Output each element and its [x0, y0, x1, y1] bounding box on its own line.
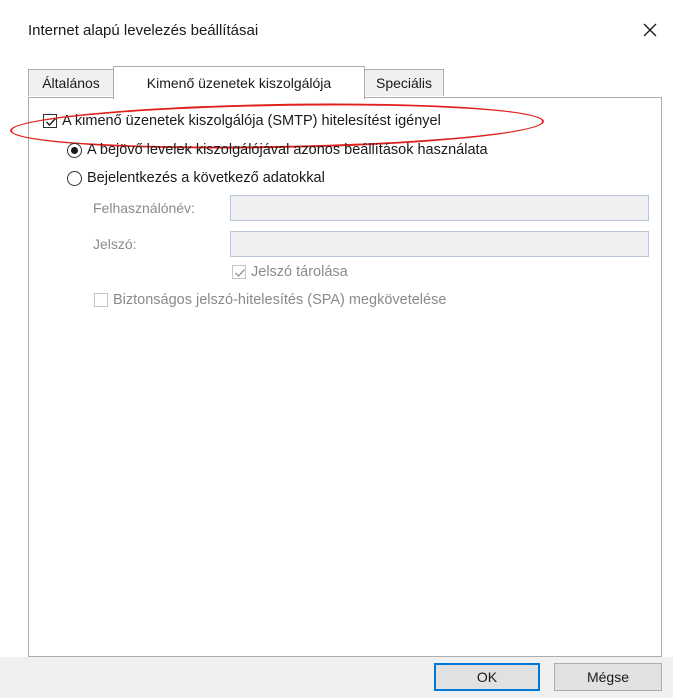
require-auth-label: A kimenő üzenetek kiszolgálója (SMTP) hi… — [62, 113, 441, 129]
checkmark-icon — [46, 118, 57, 127]
remember-password-label: Jelszó tárolása — [251, 264, 348, 280]
tab-advanced[interactable]: Speciális — [364, 69, 444, 96]
password-input[interactable] — [230, 231, 649, 257]
remember-password-checkbox[interactable]: Jelszó tárolása — [232, 264, 348, 280]
tab-outgoing-server[interactable]: Kimenő üzenetek kiszolgálója — [113, 66, 365, 99]
use-same-settings-label: A bejövő levelek kiszolgálójával azonos … — [87, 142, 488, 158]
checkbox-box[interactable] — [232, 265, 246, 279]
use-same-settings-radio[interactable]: A bejövő levelek kiszolgálójával azonos … — [67, 142, 488, 158]
tab-label: Speciális — [375, 75, 433, 91]
radio-button[interactable] — [67, 142, 82, 158]
radio-button[interactable] — [67, 170, 82, 186]
username-input[interactable] — [230, 195, 649, 221]
require-auth-checkbox[interactable]: A kimenő üzenetek kiszolgálója (SMTP) hi… — [43, 113, 441, 129]
tab-label: Általános — [42, 75, 100, 91]
username-label: Felhasználónév: — [93, 200, 195, 216]
checkbox-box[interactable] — [94, 293, 108, 307]
cancel-button-label: Mégse — [586, 669, 630, 685]
ok-button[interactable]: OK — [434, 663, 540, 691]
log-on-using-label: Bejelentkezés a következő adatokkal — [87, 170, 325, 186]
tab-general[interactable]: Általános — [28, 69, 114, 96]
ok-button-label: OK — [476, 669, 498, 685]
checkmark-icon — [235, 269, 246, 278]
spa-checkbox[interactable]: Biztonságos jelszó-hitelesítés (SPA) meg… — [94, 292, 446, 308]
cancel-button[interactable]: Mégse — [554, 663, 662, 691]
close-button[interactable] — [636, 16, 664, 44]
checkbox-box[interactable] — [43, 114, 57, 128]
spa-label: Biztonságos jelszó-hitelesítés (SPA) meg… — [113, 292, 447, 308]
tab-label: Kimenő üzenetek kiszolgálója — [146, 75, 332, 91]
log-on-using-radio[interactable]: Bejelentkezés a következő adatokkal — [67, 170, 325, 186]
password-label: Jelszó: — [93, 236, 137, 252]
dialog-title: Internet alapú levelezés beállításai — [28, 22, 259, 39]
close-icon — [643, 23, 657, 37]
